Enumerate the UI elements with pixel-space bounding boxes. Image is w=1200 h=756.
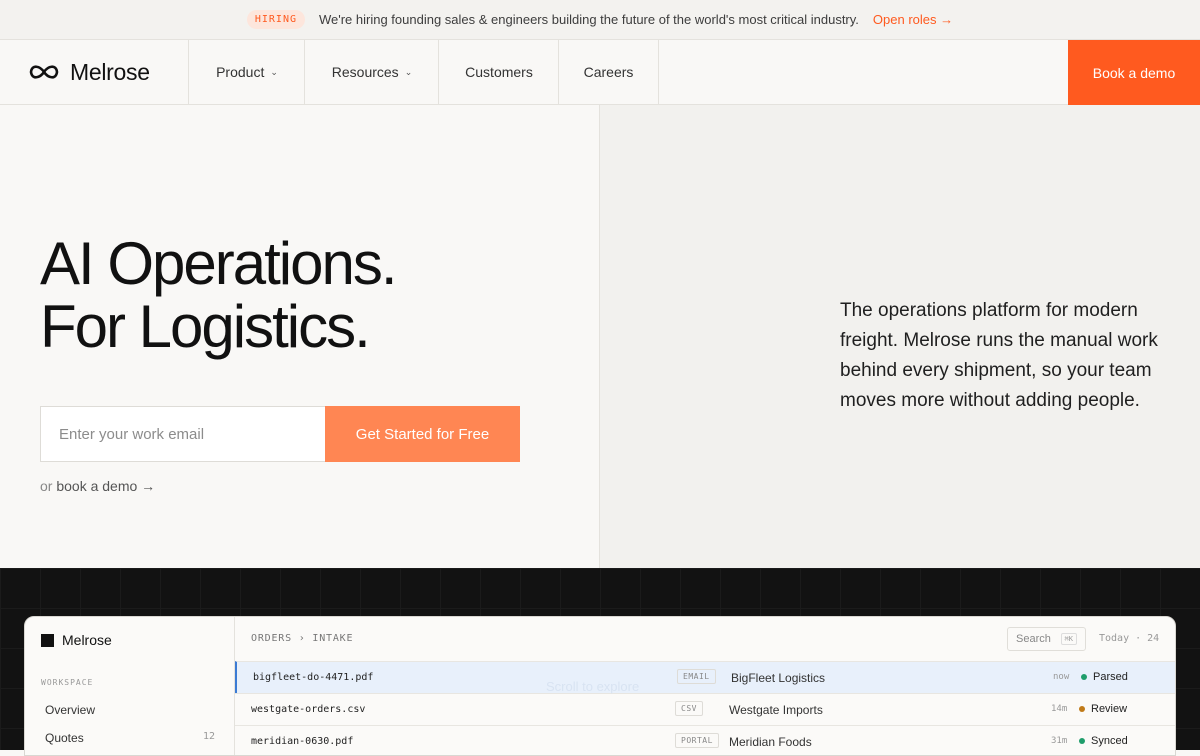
nav-careers[interactable]: Careers: [558, 40, 659, 104]
sidebar-item-count: 12: [202, 731, 215, 742]
table-row[interactable]: westgate-orders.csv CSV Westgate Imports…: [235, 693, 1175, 725]
announcement-bar: HIRING We're hiring founding sales & eng…: [0, 0, 1200, 40]
nav-careers-label: Careers: [583, 64, 634, 80]
sidebar-item-quotes[interactable]: Quotes 12: [45, 731, 215, 745]
nav-resources[interactable]: Resources ⌄: [304, 40, 439, 104]
app-logo[interactable]: Melrose: [41, 632, 112, 648]
or-text: or: [40, 478, 53, 494]
chevron-down-icon: ⌄: [404, 66, 413, 77]
hiring-badge: HIRING: [246, 10, 305, 29]
table-row[interactable]: meridian-0630.pdf PORTAL Meridian Foods …: [235, 725, 1175, 755]
book-demo-button[interactable]: Book a demo: [1068, 40, 1200, 105]
infinity-logo-icon: [29, 65, 59, 79]
row-source-badge: PORTAL: [675, 733, 719, 748]
row-time: 14m: [1051, 704, 1068, 714]
book-demo-line: or book a demo →: [40, 478, 155, 494]
email-input[interactable]: [40, 406, 326, 462]
chevron-down-icon: ⌄: [270, 66, 278, 77]
row-time: now: [1053, 672, 1070, 682]
sidebar-item-overview[interactable]: Overview: [45, 703, 215, 717]
row-status: Synced: [1079, 735, 1128, 747]
announcement-text: We're hiring founding sales & engineers …: [318, 12, 859, 27]
nav-customers[interactable]: Customers: [438, 40, 559, 104]
breadcrumb: ORDERS › INTAKE: [251, 633, 354, 644]
headline-line-1: AI Operations.: [40, 230, 398, 297]
row-file: westgate-orders.csv: [251, 704, 366, 715]
app-main: ORDERS › INTAKE Search ⌘K Today · 24 big…: [235, 617, 1175, 755]
hero-headline: AI Operations. For Logistics.: [40, 230, 398, 360]
headline-line-2: For Logistics.: [40, 293, 371, 360]
row-time: 31m: [1051, 736, 1068, 746]
nav-resources-label: Resources: [331, 64, 399, 80]
row-customer: Meridian Foods: [729, 735, 812, 749]
hero-description: The operations platform for modern freig…: [840, 300, 1158, 411]
status-dot-icon: [1079, 706, 1085, 712]
nav-product-label: Product: [216, 64, 265, 80]
row-customer: BigFleet Logistics: [731, 671, 826, 685]
nav-product[interactable]: Product ⌄: [188, 40, 305, 104]
today-count: Today · 24: [1099, 633, 1160, 644]
row-source-badge: CSV: [675, 701, 703, 716]
search-placeholder: Search: [1016, 633, 1051, 645]
status-dot-icon: [1079, 738, 1085, 744]
row-status: Parsed: [1081, 671, 1128, 683]
square-logo-icon: [41, 633, 54, 647]
sidebar-item-label: Overview: [45, 703, 96, 717]
open-roles-link[interactable]: Open roles →: [873, 12, 953, 27]
row-status-label: Parsed: [1093, 671, 1128, 683]
nav-customers-label: Customers: [465, 64, 533, 80]
sidebar-item-label: Quotes: [45, 731, 84, 745]
workspace-label: WORKSPACE: [41, 678, 94, 687]
logo[interactable]: Melrose: [28, 40, 150, 104]
get-started-button[interactable]: Get Started for Free: [325, 406, 520, 462]
row-customer: Westgate Imports: [729, 703, 823, 717]
row-status-label: Synced: [1091, 735, 1128, 747]
status-dot-icon: [1081, 674, 1087, 680]
scroll-hint: Scroll to explore: [546, 679, 640, 694]
app-logo-text: Melrose: [62, 632, 112, 648]
row-source-badge: EMAIL: [677, 669, 716, 684]
row-status: Review: [1079, 703, 1127, 715]
row-status-label: Review: [1091, 703, 1128, 715]
row-file: bigfleet-do-4471.pdf: [253, 672, 374, 683]
app-sidebar: Melrose WORKSPACE Overview Quotes 12: [25, 617, 235, 755]
logo-text: Melrose: [70, 58, 150, 85]
top-nav: Melrose Product ⌄ Resources ⌄ Customers …: [0, 40, 1200, 105]
table-row[interactable]: bigfleet-do-4471.pdf EMAIL BigFleet Logi…: [235, 661, 1175, 693]
shortcut-badge: ⌘K: [1060, 633, 1077, 645]
search-input[interactable]: Search ⌘K: [1007, 627, 1086, 651]
row-file: meridian-0630.pdf: [251, 736, 354, 747]
book-demo-link[interactable]: book a demo →: [56, 478, 155, 494]
